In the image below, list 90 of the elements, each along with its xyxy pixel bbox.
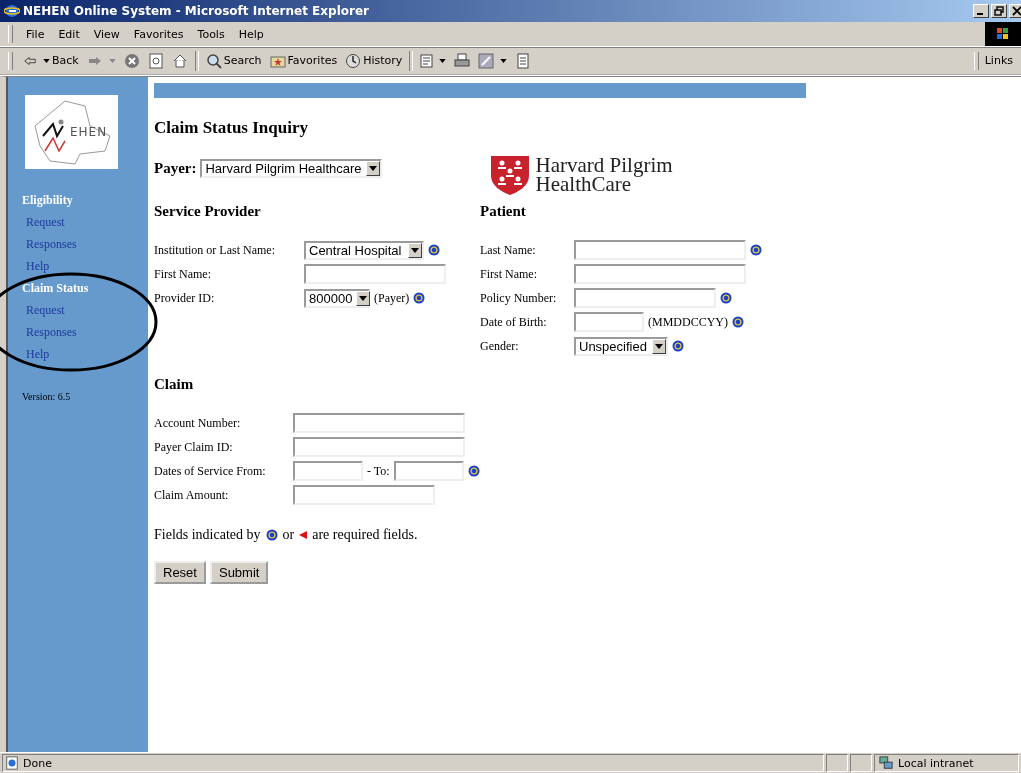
- input-field[interactable]: [574, 240, 746, 260]
- clock-icon: [345, 52, 362, 69]
- section-heading: Claim: [154, 376, 195, 393]
- caret-icon: [108, 58, 116, 63]
- input-field[interactable]: [293, 485, 435, 505]
- sidebar-heading: Claim Status: [22, 280, 90, 297]
- input-field[interactable]: [304, 264, 446, 284]
- window-title: NEHEN Online System - Microsoft Internet Explorer: [23, 4, 370, 18]
- caret-icon: [439, 58, 447, 63]
- field-label: First Name:: [480, 266, 538, 282]
- caret-icon: [500, 58, 508, 63]
- search-button[interactable]: Search: [201, 50, 266, 71]
- field-label: Account Number:: [154, 415, 242, 431]
- zone-text: Local intranet: [898, 756, 974, 770]
- field-label: Gender:: [480, 338, 520, 354]
- shield-logo-icon: [489, 154, 530, 196]
- version-label: Version: 6.5: [22, 391, 72, 402]
- menu-item[interactable]: File: [19, 25, 52, 43]
- page-title: Claim Status Inquiry: [154, 118, 309, 138]
- windows-flag-logo: [985, 22, 1021, 46]
- minimize-button[interactable]: [973, 4, 989, 18]
- input-field[interactable]: [574, 288, 716, 308]
- menu-item[interactable]: Tools: [190, 25, 232, 43]
- refresh-icon: [147, 52, 164, 69]
- form-button[interactable]: Submit: [209, 561, 269, 584]
- field-label: Claim Amount:: [154, 487, 230, 503]
- sidebar-heading: Eligibility: [22, 192, 74, 209]
- network-icon: [878, 756, 894, 770]
- menu-item[interactable]: Edit: [51, 25, 87, 43]
- section-heading: Service Provider: [154, 203, 262, 220]
- restore-button[interactable]: [991, 4, 1007, 18]
- restore-icon: [994, 6, 1004, 16]
- required-triangle-icon: [299, 531, 308, 539]
- field-hint: (Payer): [374, 290, 410, 306]
- logo-text: EHEN: [70, 125, 108, 139]
- field-label: Provider ID:: [154, 290, 216, 306]
- caret-icon: [655, 343, 663, 349]
- form-button[interactable]: Reset: [154, 561, 206, 584]
- search-icon: [205, 52, 222, 69]
- close-icon: [1012, 6, 1021, 16]
- field-label: Dates of Service From:: [154, 463, 267, 479]
- note-text: are required fields.: [312, 527, 418, 543]
- caret-icon: [359, 295, 368, 301]
- links-label[interactable]: Links: [984, 54, 1021, 67]
- menu-item[interactable]: Favorites: [126, 25, 191, 43]
- edit-icon: [478, 52, 495, 69]
- input-field[interactable]: [293, 461, 363, 481]
- field-label: Date of Birth:: [480, 314, 548, 330]
- payer-select[interactable]: Harvard Pilgrim Healthcare: [200, 158, 382, 178]
- input-field[interactable]: [574, 312, 644, 332]
- stop-icon: [123, 52, 140, 69]
- minimize-icon: [976, 13, 983, 15]
- history-button[interactable]: History: [341, 50, 407, 71]
- input-field[interactable]: [293, 437, 465, 457]
- field-label: Policy Number:: [480, 290, 558, 306]
- dropdown[interactable]: Central Hospital: [304, 240, 424, 260]
- input-field[interactable]: [393, 461, 464, 481]
- note-text: or: [282, 527, 295, 543]
- field-label: First Name:: [154, 266, 212, 282]
- payer-logo-text: Harvard Pilgrim HealthCare: [535, 156, 673, 194]
- input-field[interactable]: [293, 413, 465, 433]
- page-icon: [5, 756, 19, 770]
- field-hint: (MMDDCCYY): [648, 314, 728, 330]
- section-heading: Patient: [480, 203, 527, 220]
- notepad-icon: [515, 52, 532, 69]
- payer-label: Payer:: [154, 159, 197, 177]
- caret-icon: [411, 247, 419, 253]
- field-label: - To:: [367, 463, 390, 479]
- dropdown[interactable]: 800000: [304, 288, 370, 308]
- printer-icon: [454, 52, 471, 69]
- status-panel: [850, 754, 872, 772]
- document-icon: [420, 52, 434, 69]
- menu-item[interactable]: View: [86, 25, 127, 43]
- favorites-button[interactable]: Favorites: [265, 50, 342, 71]
- field-label: Last Name:: [480, 242, 537, 258]
- field-label: Institution or Last Name:: [154, 242, 276, 258]
- browser-logo-icon: [4, 3, 20, 19]
- status-panel: [826, 754, 848, 772]
- input-field[interactable]: [574, 264, 746, 284]
- field-label: Payer Claim ID:: [154, 439, 234, 455]
- required-target-icon: [265, 529, 278, 541]
- dropdown[interactable]: Unspecified: [574, 336, 668, 356]
- caret-icon: [43, 58, 50, 63]
- close-button[interactable]: [1009, 4, 1021, 18]
- note-text: Fields indicated by: [154, 527, 261, 543]
- menu-item[interactable]: Help: [231, 25, 271, 43]
- caret-icon: [368, 165, 377, 171]
- status-text: Done: [23, 756, 52, 770]
- home-icon: [171, 52, 188, 69]
- back-button[interactable]: Back: [19, 51, 83, 70]
